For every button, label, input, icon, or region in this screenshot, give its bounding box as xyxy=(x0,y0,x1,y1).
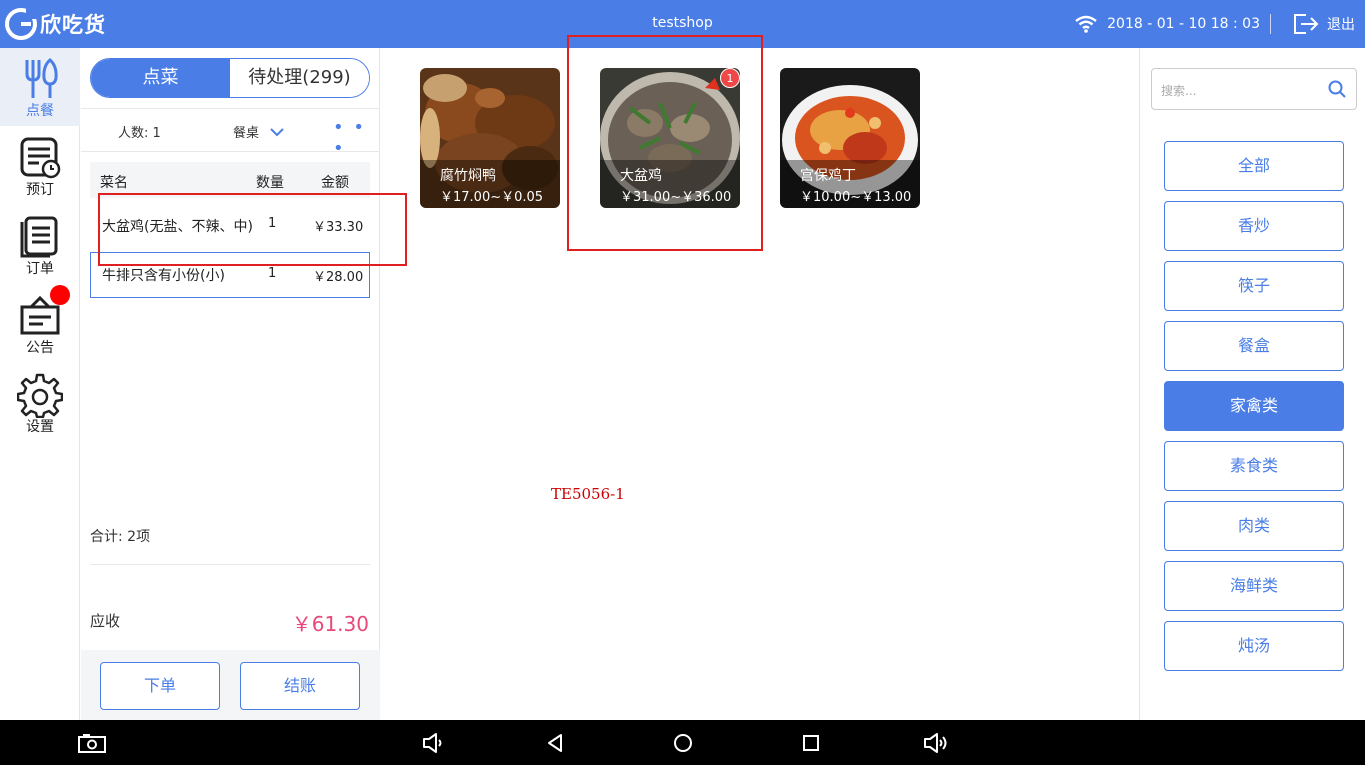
fork-knife-icon xyxy=(25,58,58,98)
nav-label: 设置 xyxy=(26,419,54,435)
category-meat[interactable]: 肉类 xyxy=(1164,501,1344,551)
search-icon[interactable] xyxy=(1328,80,1346,98)
order-list-icon xyxy=(20,216,58,258)
back-icon[interactable] xyxy=(545,732,567,754)
nav-item-announcements[interactable]: 公告 xyxy=(0,285,80,363)
highlight-box xyxy=(567,35,763,251)
column-amount: 金额 xyxy=(321,175,349,191)
table-select-label: 餐桌 xyxy=(233,126,260,141)
logout-button[interactable]: 退出 xyxy=(1327,14,1355,34)
divider xyxy=(90,564,370,565)
side-navigation: 点餐 预订 订单 公告 设置 xyxy=(0,48,80,720)
nav-label: 点餐 xyxy=(26,103,54,119)
nav-label: 公告 xyxy=(26,340,54,356)
highlight-box xyxy=(98,193,407,266)
category-soup[interactable]: 炖汤 xyxy=(1164,621,1344,671)
wifi-icon xyxy=(1075,15,1097,33)
order-item-qty: 1 xyxy=(268,266,277,281)
recent-apps-icon[interactable] xyxy=(800,732,822,754)
gear-icon xyxy=(17,373,63,418)
datetime-display: 2018 - 01 - 10 18 : 03 xyxy=(1107,16,1260,32)
logout-icon[interactable] xyxy=(1293,13,1319,35)
nav-item-settings[interactable]: 设置 xyxy=(0,364,80,442)
dish-name: 宫保鸡丁 xyxy=(800,168,856,184)
system-navigation-bar xyxy=(0,720,1365,765)
people-count[interactable]: 人数: 1 xyxy=(118,122,161,141)
dish-price: ￥17.00~￥0.05 xyxy=(440,190,544,205)
amount-due-value: ￥61.30 xyxy=(291,612,369,636)
checkout-button[interactable]: 结账 xyxy=(240,662,360,710)
table-selector[interactable]: 餐桌 xyxy=(233,122,285,141)
dish-card[interactable]: 腐竹焖鸭 ￥17.00~￥0.05 xyxy=(420,68,560,208)
watermark-label: TE5056-1 xyxy=(551,485,625,503)
tab-pending[interactable]: 待处理(299) xyxy=(230,59,369,97)
reservation-icon xyxy=(20,137,61,179)
submit-order-button[interactable]: 下单 xyxy=(100,662,220,710)
notification-badge xyxy=(50,285,70,305)
dish-name: 腐竹焖鸭 xyxy=(440,168,496,184)
category-vegetarian[interactable]: 素食类 xyxy=(1164,441,1344,491)
volume-down-icon[interactable] xyxy=(421,732,445,754)
chevron-down-icon xyxy=(270,127,284,136)
category-panel: 搜索... 全部 香炒 筷子 餐盒 家禽类 素食类 肉类 海鲜类 炖汤 xyxy=(1139,48,1365,720)
category-poultry[interactable]: 家禽类 xyxy=(1164,381,1344,431)
category-seafood[interactable]: 海鲜类 xyxy=(1164,561,1344,611)
category-lunchbox[interactable]: 餐盒 xyxy=(1164,321,1344,371)
screenshot-icon[interactable] xyxy=(77,732,107,754)
nav-label: 预订 xyxy=(26,182,54,198)
order-item-amount: ￥28.00 xyxy=(313,270,364,285)
dish-price: ￥10.00~￥13.00 xyxy=(800,190,912,205)
search-placeholder: 搜索... xyxy=(1161,84,1197,98)
nav-item-reservation[interactable]: 预订 xyxy=(0,127,80,205)
category-all[interactable]: 全部 xyxy=(1164,141,1344,191)
dish-card[interactable]: 宫保鸡丁 ￥10.00~￥13.00 xyxy=(780,68,920,208)
more-options-button[interactable]: • • • xyxy=(333,117,380,159)
column-qty: 数量 xyxy=(256,175,284,191)
amount-due-label: 应收 xyxy=(90,612,121,630)
home-icon[interactable] xyxy=(672,732,694,754)
order-tabs: 点菜 待处理(299) xyxy=(90,58,370,98)
order-panel: 点菜 待处理(299) 人数: 1 餐桌 • • • 菜名 数量 金额 大盆鸡(… xyxy=(81,48,380,720)
nav-item-order-food[interactable]: 点餐 xyxy=(0,48,80,126)
order-actions: 下单 结账 xyxy=(81,650,380,720)
order-item-name: 牛排只含有小份(小) xyxy=(102,268,225,284)
search-input[interactable]: 搜索... xyxy=(1151,68,1357,110)
category-chopsticks[interactable]: 筷子 xyxy=(1164,261,1344,311)
column-name: 菜名 xyxy=(100,175,128,191)
total-items: 合计: 2项 xyxy=(90,529,151,545)
nav-item-orders[interactable]: 订单 xyxy=(0,206,80,284)
order-info-row: 人数: 1 餐桌 • • • xyxy=(81,108,380,159)
tab-order-food[interactable]: 点菜 xyxy=(91,59,230,97)
volume-up-icon[interactable] xyxy=(922,732,950,754)
category-stir-fry[interactable]: 香炒 xyxy=(1164,201,1344,251)
divider xyxy=(1270,14,1271,34)
nav-label: 订单 xyxy=(26,261,54,277)
